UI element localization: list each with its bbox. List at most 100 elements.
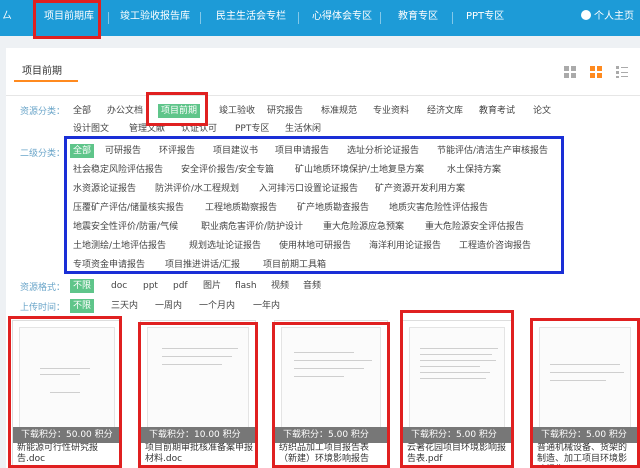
document-card[interactable]: 下载积分：5.00 积分 普通机械设备、货架的制造、加工项目环境影响报告 [532, 320, 638, 468]
subcategory-item[interactable]: 入河排污口设置论证报告 [256, 182, 361, 196]
subcategory-item[interactable]: 地质灾害危险性评估报告 [386, 201, 491, 215]
time-one-month[interactable]: 一个月内 [196, 299, 238, 313]
large-grid-view-icon[interactable] [590, 66, 602, 78]
time-label: 上传时间： [20, 303, 66, 313]
category-office-docs[interactable]: 办公文档 [104, 104, 146, 118]
grid-view-icon[interactable] [564, 66, 576, 78]
category-certification[interactable]: 认证认可 [178, 122, 220, 136]
subcategory-item[interactable]: 环评报告 [156, 144, 198, 158]
category-design[interactable]: 设计图文 [70, 122, 112, 136]
document-thumbnail [19, 327, 115, 431]
user-home-link[interactable]: 个人主页 [581, 0, 634, 36]
subcategory-item[interactable]: 项目推进讲话/汇报 [162, 258, 243, 272]
document-price: 下载积分：50.00 积分 [13, 427, 121, 443]
subcategory-item[interactable]: 项目前期工具箱 [260, 258, 329, 272]
document-card[interactable]: 下载积分：10.00 积分 项目前期审批核准备案申报材料.doc [140, 320, 256, 468]
panel-title: 项目前期 [22, 66, 62, 77]
user-icon [581, 10, 591, 20]
subcategory-item[interactable]: 防洪评价/水工程规划 [152, 182, 242, 196]
format-audio[interactable]: 音频 [300, 279, 324, 293]
document-price: 下载积分：5.00 积分 [533, 427, 637, 443]
subcategory-item[interactable]: 海洋利用论证报告 [366, 239, 444, 253]
document-title[interactable]: 纺织品加工项目报告表（新建）环境影响报告 [279, 443, 385, 467]
document-card[interactable]: 下载积分：5.00 积分 纺织品加工项目报告表（新建）环境影响报告 [274, 320, 388, 468]
category-project-preliminary[interactable]: 项目前期 [158, 104, 201, 118]
subcategory-item[interactable]: 水资源论证报告 [70, 182, 139, 196]
subcategory-item[interactable]: 矿产地质勘查报告 [294, 201, 372, 215]
document-card[interactable]: 下载积分：50.00 积分 新能源可行性研究报告.doc [12, 320, 122, 468]
format-doc[interactable]: doc [108, 279, 130, 293]
document-title[interactable]: 新能源可行性研究报告.doc [17, 443, 119, 467]
format-pdf[interactable]: pdf [170, 279, 191, 293]
category-label: 资源分类： [20, 107, 66, 117]
document-title[interactable]: 云著花园项目环境影响报告表.pdf [407, 443, 509, 467]
category-professional[interactable]: 专业资料 [370, 104, 412, 118]
nav-item-education[interactable]: 教育专区 [398, 0, 438, 36]
document-price: 下载积分：10.00 积分 [141, 427, 255, 443]
time-any[interactable]: 不限 [70, 299, 95, 313]
subcategory-item[interactable]: 压覆矿产评估/储量核实报告 [70, 201, 187, 215]
subcategory-item[interactable]: 社会稳定风险评估报告 [70, 163, 166, 177]
category-economics[interactable]: 经济文库 [424, 104, 466, 118]
document-price: 下载积分：5.00 积分 [403, 427, 511, 443]
subcategory-item[interactable]: 使用林地可研报告 [276, 239, 354, 253]
format-ppt[interactable]: ppt [140, 279, 161, 293]
category-management[interactable]: 管理文献 [126, 122, 168, 136]
document-title[interactable]: 项目前期审批核准备案申报材料.doc [145, 443, 253, 467]
time-one-week[interactable]: 一周内 [152, 299, 185, 313]
subcategory-item[interactable]: 安全评价报告/安全专篇 [178, 163, 277, 177]
subcategory-label: 二级分类： [20, 149, 66, 159]
format-image[interactable]: 图片 [200, 279, 224, 293]
subcategory-item[interactable]: 职业病危害评价/防护设计 [198, 220, 306, 234]
subcategory-item[interactable]: 地震安全性评价/防雷/气候 [70, 220, 181, 234]
category-exams[interactable]: 教育考试 [476, 104, 518, 118]
subcategory-item[interactable]: 节能评估/清洁生产审核报告 [434, 144, 551, 158]
nav-item-completion-report[interactable]: 竣工验收报告库 [120, 0, 190, 36]
nav-item-experience[interactable]: 心得体会专区 [312, 0, 372, 36]
subcategory-item[interactable]: 可研报告 [102, 144, 144, 158]
category-research[interactable]: 研究报告 [264, 104, 306, 118]
subcategory-item[interactable]: 土地测绘/土地评估报告 [70, 239, 169, 253]
format-video[interactable]: 视频 [268, 279, 292, 293]
document-title[interactable]: 普通机械设备、货架的制造、加工项目环境影响报告 [537, 443, 635, 467]
nav-separator [200, 12, 201, 24]
document-thumbnail [147, 327, 249, 431]
format-flash[interactable]: flash [232, 279, 260, 293]
format-label: 资源格式： [20, 283, 66, 293]
subcategory-item[interactable]: 项目申请报告 [272, 144, 332, 158]
category-ppt[interactable]: PPT专区 [232, 122, 272, 136]
subcategory-item[interactable]: 规划选址论证报告 [186, 239, 264, 253]
nav-separator [380, 12, 381, 24]
subcategory-item[interactable]: 矿产资源开发利用方案 [372, 182, 468, 196]
subcategory-item[interactable]: 项目建议书 [210, 144, 261, 158]
document-thumbnail [409, 327, 505, 431]
subcategory-item[interactable]: 工程造价咨询报告 [456, 239, 534, 253]
nav-separator [452, 12, 453, 24]
nav-item-ppt[interactable]: PPT专区 [466, 0, 504, 36]
subcategory-item[interactable]: 专项资金申请报告 [70, 258, 148, 272]
category-standards[interactable]: 标准规范 [318, 104, 360, 118]
subcategory-item[interactable]: 工程地质勘察报告 [202, 201, 280, 215]
subcategory-item[interactable]: 重大危险源安全评估报告 [422, 220, 527, 234]
subcategory-item[interactable]: 水土保持方案 [444, 163, 504, 177]
time-one-year[interactable]: 一年内 [250, 299, 283, 313]
subcategory-item[interactable]: 选址分析论证报告 [344, 144, 422, 158]
nav-item-project-preliminary[interactable]: 项目前期库 [44, 0, 94, 36]
category-papers[interactable]: 论文 [530, 104, 554, 118]
subcategory-all[interactable]: 全部 [70, 144, 95, 158]
subcategory-item[interactable]: 矿山地质环境保护/土地复垦方案 [292, 163, 427, 177]
format-any[interactable]: 不限 [70, 279, 95, 293]
document-thumbnail [281, 327, 381, 431]
category-lifestyle[interactable]: 生活休闲 [282, 122, 324, 136]
time-three-days[interactable]: 三天内 [108, 299, 141, 313]
nav-item-democratic-life[interactable]: 民主生活会专栏 [216, 0, 286, 36]
panel-header: 项目前期 [6, 48, 640, 96]
list-view-icon[interactable] [616, 66, 628, 78]
subcategory-item[interactable]: 重大危险源应急预案 [320, 220, 407, 234]
panel-title-underline [14, 80, 78, 82]
nav-left-partial[interactable]: ㄙ [0, 0, 26, 36]
nav-separator [298, 12, 299, 24]
document-card[interactable]: 下载积分：5.00 积分 云著花园项目环境影响报告表.pdf [402, 320, 512, 468]
category-completion[interactable]: 竣工验收 [216, 104, 258, 118]
category-all[interactable]: 全部 [70, 104, 94, 118]
